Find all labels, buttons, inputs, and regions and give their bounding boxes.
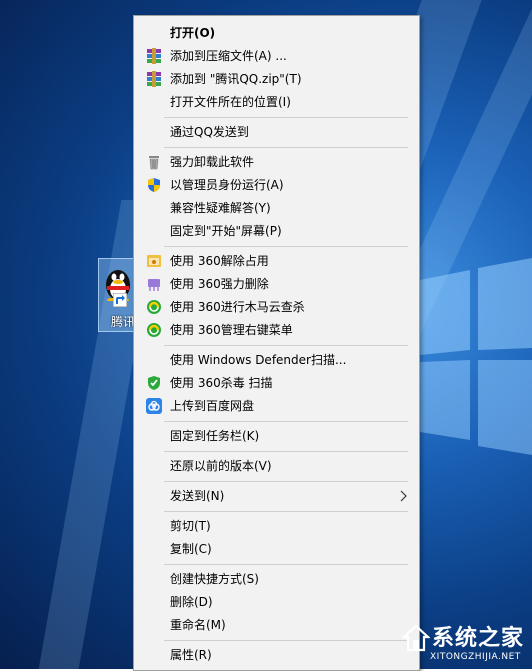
menu-item-label: 使用 Windows Defender扫描...	[170, 353, 347, 367]
menu-360-icon	[147, 323, 161, 337]
menu-separator	[164, 481, 408, 482]
menu-item-compatibility[interactable]: 兼容性疑难解答(Y)	[134, 197, 419, 219]
menu-separator	[164, 451, 408, 452]
menu-item-copy[interactable]: 复制(C)	[134, 538, 419, 560]
menu-item-label: 使用 360进行木马云查杀	[170, 300, 305, 314]
menu-item-label: 添加到 "腾讯QQ.zip"(T)	[170, 72, 302, 86]
menu-item-label: 删除(D)	[170, 595, 213, 609]
scan-360-icon	[147, 300, 161, 314]
menu-item-rename[interactable]: 重命名(M)	[134, 614, 419, 636]
menu-separator	[164, 246, 408, 247]
menu-item-360-force-delete[interactable]: 使用 360强力删除	[134, 273, 419, 295]
menu-item-label: 剪切(T)	[170, 519, 211, 533]
menu-separator	[164, 117, 408, 118]
menu-item-label: 以管理员身份运行(A)	[170, 178, 284, 192]
menu-item-360-unlock[interactable]: 使用 360解除占用	[134, 250, 419, 272]
menu-item-label: 固定到"开始"屏幕(P)	[170, 224, 282, 238]
trash-icon	[149, 156, 159, 170]
menu-item-send-to[interactable]: 发送到(N)	[134, 485, 419, 507]
menu-item-label: 复制(C)	[170, 542, 212, 556]
antivirus-360-icon	[148, 376, 160, 390]
watermark-logo: 系统之家 XITONGZHIJIA.NET	[402, 618, 530, 668]
shield-icon	[148, 178, 160, 192]
menu-item-restore-previous[interactable]: 还原以前的版本(V)	[134, 455, 419, 477]
menu-item-add-to-archive[interactable]: 添加到压缩文件(A) ...	[134, 45, 419, 67]
watermark-url: XITONGZHIJIA.NET	[430, 652, 521, 662]
menu-item-360-antivirus-scan[interactable]: 使用 360杀毒 扫描	[134, 372, 419, 394]
menu-item-label: 兼容性疑难解答(Y)	[170, 201, 271, 215]
menu-item-label: 强力卸载此软件	[170, 155, 255, 169]
menu-item-baidu-upload[interactable]: 上传到百度网盘	[134, 395, 419, 417]
winrar-icon	[147, 71, 161, 87]
menu-item-open-file-location[interactable]: 打开文件所在的位置(I)	[134, 91, 419, 113]
menu-item-send-via-qq[interactable]: 通过QQ发送到	[134, 121, 419, 143]
menu-item-label: 上传到百度网盘	[170, 399, 255, 413]
chevron-right-icon	[400, 490, 407, 502]
menu-item-force-uninstall[interactable]: 强力卸载此软件	[134, 151, 419, 173]
baidu-cloud-icon	[146, 398, 162, 414]
menu-separator	[164, 640, 408, 641]
winrar-icon	[147, 48, 161, 64]
menu-item-label: 使用 360杀毒 扫描	[170, 376, 273, 390]
menu-item-label: 使用 360强力删除	[170, 277, 269, 291]
menu-item-label: 创建快捷方式(S)	[170, 572, 259, 586]
menu-item-label: 属性(R)	[170, 648, 212, 662]
menu-item-create-shortcut[interactable]: 创建快捷方式(S)	[134, 568, 419, 590]
desktop-icon-qq[interactable]: 腾讯QQ	[98, 258, 154, 332]
menu-item-pin-to-start[interactable]: 固定到"开始"屏幕(P)	[134, 220, 419, 242]
menu-item-label: 重命名(M)	[170, 618, 226, 632]
menu-item-open[interactable]: 打开(O)	[134, 22, 419, 44]
windows-logo-icon	[420, 258, 532, 455]
menu-item-properties[interactable]: 属性(R)	[134, 644, 419, 666]
menu-item-label: 发送到(N)	[170, 489, 225, 503]
menu-item-defender-scan[interactable]: 使用 Windows Defender扫描...	[134, 349, 419, 371]
menu-item-label: 使用 360解除占用	[170, 254, 269, 268]
menu-item-cut[interactable]: 剪切(T)	[134, 515, 419, 537]
menu-item-run-as-admin[interactable]: 以管理员身份运行(A)	[134, 174, 419, 196]
shred-360-icon	[148, 279, 160, 291]
menu-item-delete[interactable]: 删除(D)	[134, 591, 419, 613]
menu-separator	[164, 564, 408, 565]
menu-item-label: 使用 360管理右键菜单	[170, 323, 293, 337]
watermark-title: 系统之家	[432, 626, 525, 651]
menu-item-360-manage-menu[interactable]: 使用 360管理右键菜单	[134, 319, 419, 341]
menu-item-label: 添加到压缩文件(A) ...	[170, 49, 287, 63]
menu-item-label: 固定到任务栏(K)	[170, 429, 260, 443]
menu-separator	[164, 147, 408, 148]
menu-separator	[164, 511, 408, 512]
menu-separator	[164, 345, 408, 346]
unlock-360-icon	[147, 255, 161, 267]
menu-item-360-trojan-scan[interactable]: 使用 360进行木马云查杀	[134, 296, 419, 318]
menu-item-add-to-zip[interactable]: 添加到 "腾讯QQ.zip"(T)	[134, 68, 419, 90]
shortcut-arrow-icon	[113, 293, 127, 307]
menu-item-label: 打开(O)	[170, 26, 216, 40]
menu-item-label: 还原以前的版本(V)	[170, 459, 272, 473]
context-menu: 打开(O) 添加到压缩文件(A) ... 添加到 "腾讯QQ.zip"(T) 打…	[133, 15, 420, 671]
house-logo-icon	[402, 624, 430, 652]
menu-separator	[164, 421, 408, 422]
menu-item-label: 打开文件所在的位置(I)	[170, 95, 291, 109]
menu-item-label: 通过QQ发送到	[170, 125, 249, 139]
menu-item-pin-to-taskbar[interactable]: 固定到任务栏(K)	[134, 425, 419, 447]
